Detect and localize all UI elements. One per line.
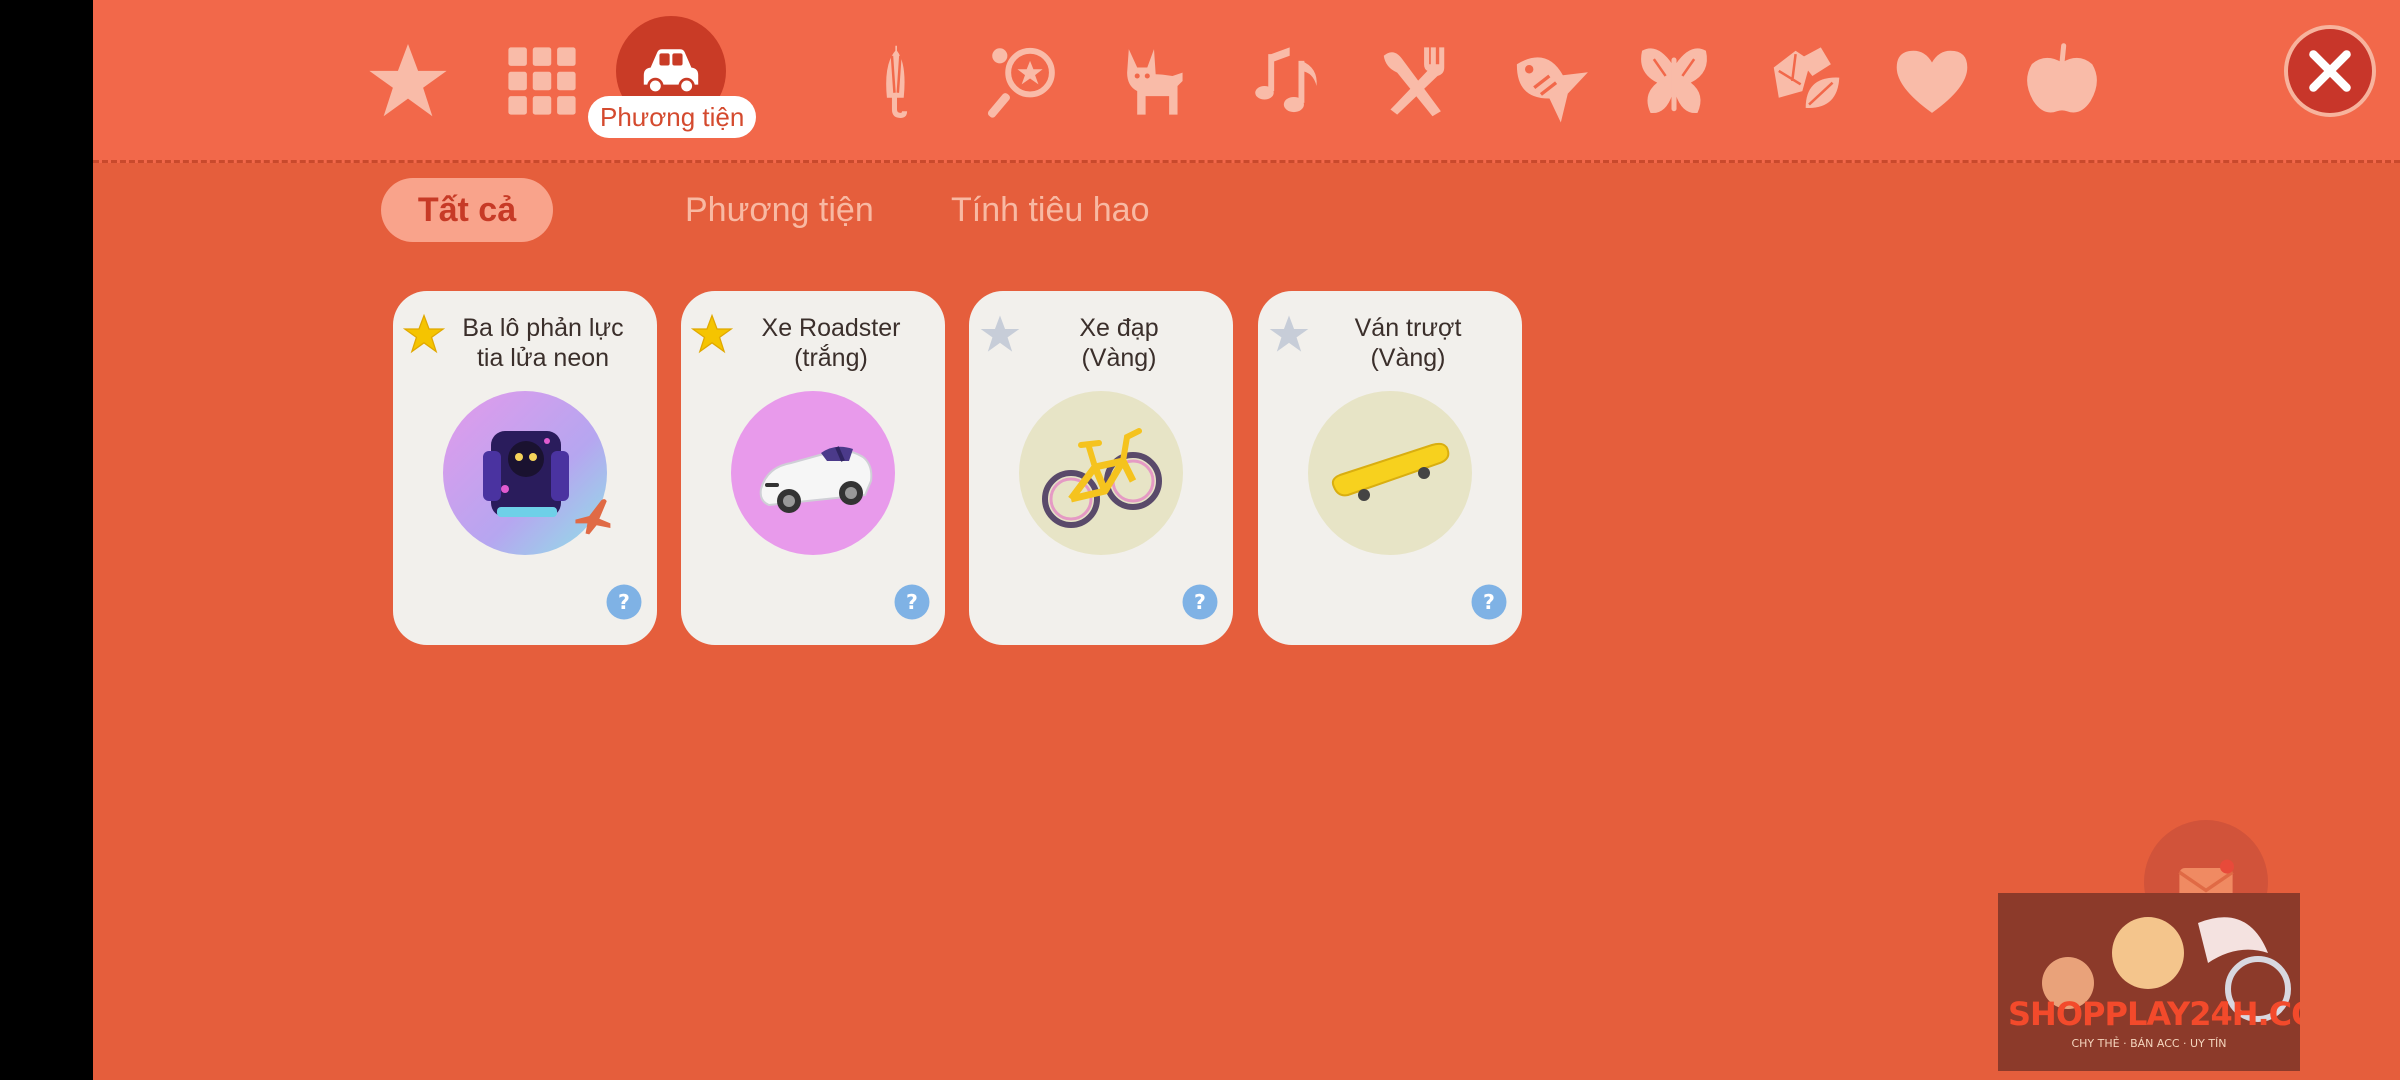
- umbrella-category-tab[interactable]: [842, 26, 952, 136]
- magic-wand-category-tab[interactable]: [970, 26, 1080, 136]
- favorite-star-icon[interactable]: [691, 313, 733, 355]
- butterfly-category-tab[interactable]: [1619, 26, 1729, 136]
- airplane-badge-icon: [575, 499, 611, 535]
- favorite-star-icon[interactable]: [979, 313, 1021, 355]
- butterfly-icon: [1641, 48, 1707, 114]
- favorite-star-icon[interactable]: [403, 313, 445, 355]
- item-card-bicycle[interactable]: Xe đạp (Vàng) ?: [969, 291, 1233, 645]
- grid-icon: [508, 47, 576, 115]
- fish-category-tab[interactable]: [1491, 26, 1601, 136]
- fish-icon: [1516, 57, 1588, 123]
- food-category-tab[interactable]: [1359, 26, 1469, 136]
- star-icon: [369, 44, 447, 117]
- svg-text:?: ?: [1483, 590, 1495, 614]
- pet-icon: [1127, 49, 1183, 115]
- watermark-logo: SHOPPLAY24H.COM CHY THẺ · BÁN ACC · UY T…: [1998, 893, 2300, 1071]
- watermark-subtext: CHY THẺ · BÁN ACC · UY TÍN: [2071, 1037, 2227, 1050]
- category-bar: Phương tiện: [93, 0, 2400, 163]
- help-icon[interactable]: ?: [605, 583, 643, 621]
- heart-category-tab[interactable]: [1877, 26, 1987, 136]
- close-button[interactable]: [2284, 25, 2376, 117]
- help-icon[interactable]: ?: [1470, 583, 1508, 621]
- svg-text:?: ?: [1194, 590, 1206, 614]
- help-icon[interactable]: ?: [893, 583, 931, 621]
- item-card-jetpack[interactable]: Ba lô phản lực tia lửa neon ?: [393, 291, 657, 645]
- apple-category-tab[interactable]: [2007, 26, 2117, 136]
- apple-icon: [2027, 43, 2097, 113]
- ore-leaf-icon: [1773, 47, 1840, 108]
- fork-knife-icon: [1383, 47, 1445, 117]
- item-image-skateboard: [1308, 391, 1472, 555]
- item-image-bicycle: [1019, 391, 1183, 555]
- item-title: Ba lô phản lực tia lửa neon: [462, 314, 624, 372]
- favorite-star-icon[interactable]: [1268, 313, 1310, 355]
- magic-wand-icon: [987, 47, 1055, 118]
- item-image-roadster: [731, 391, 895, 555]
- item-card-skateboard[interactable]: Ván trượt (Vàng) ?: [1258, 291, 1522, 645]
- music-note-icon: [1255, 47, 1317, 113]
- item-card-roadster[interactable]: Xe Roadster (trắng) ?: [681, 291, 945, 645]
- star-category-tab[interactable]: [353, 26, 463, 136]
- umbrella-icon: [886, 45, 908, 118]
- item-title: Xe đạp (Vàng): [1079, 314, 1159, 372]
- subtab-vehicles[interactable]: Phương tiện: [655, 178, 904, 242]
- ore-category-tab[interactable]: [1749, 26, 1859, 136]
- help-icon[interactable]: ?: [1181, 583, 1219, 621]
- item-title: Xe Roadster (trắng): [761, 314, 901, 372]
- subtab-all[interactable]: Tất cả: [381, 178, 553, 242]
- subtab-consumables[interactable]: Tính tiêu hao: [921, 178, 1179, 242]
- pet-category-tab[interactable]: [1099, 26, 1209, 136]
- active-category-tooltip: Phương tiện: [588, 96, 757, 138]
- music-category-tab[interactable]: [1233, 26, 1343, 136]
- item-title: Ván trượt (Vàng): [1354, 314, 1462, 372]
- svg-text:?: ?: [618, 590, 630, 614]
- grid-category-tab[interactable]: [487, 26, 597, 136]
- close-icon: [2309, 50, 2351, 92]
- heart-icon: [1896, 50, 1968, 113]
- car-icon: [643, 49, 699, 95]
- watermark-text: SHOPPLAY24H.COM: [2008, 995, 2300, 1033]
- svg-text:?: ?: [906, 590, 918, 614]
